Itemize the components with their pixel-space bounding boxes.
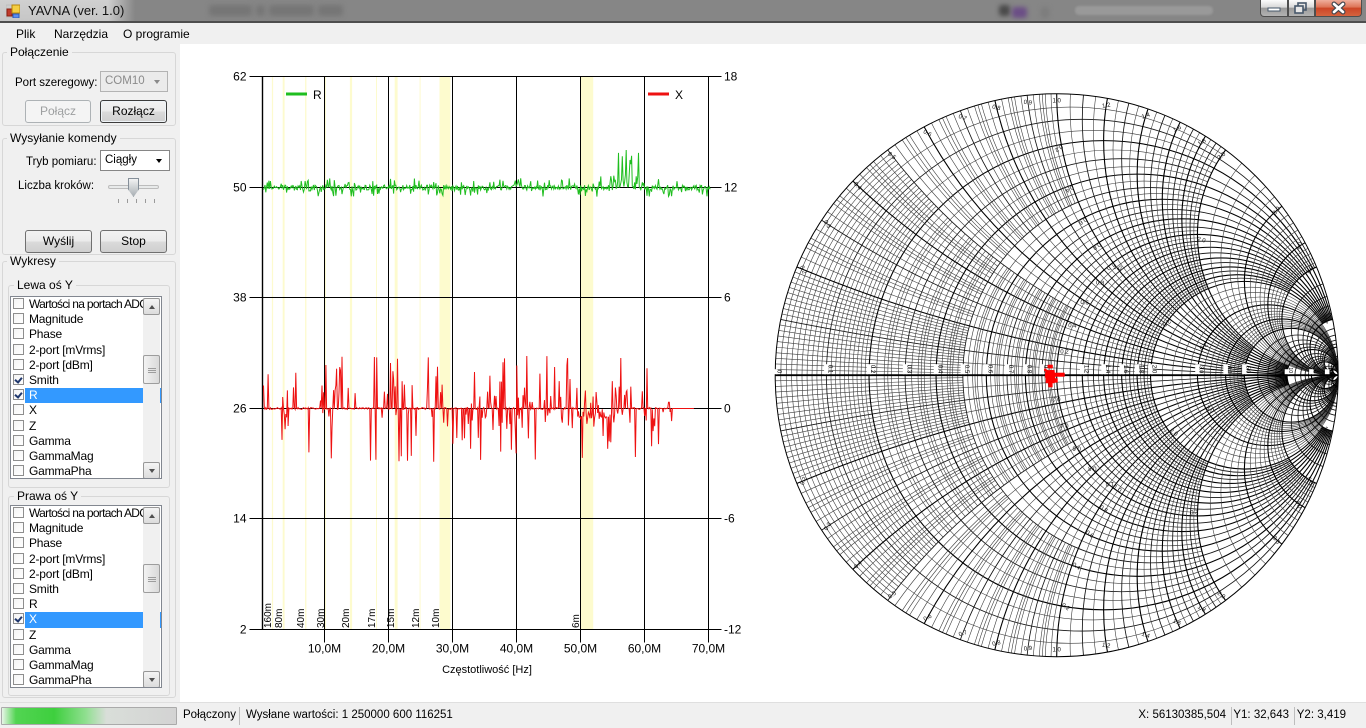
svg-text:0.9: 0.9 (1023, 100, 1033, 107)
svg-text:10: 10 (1287, 367, 1293, 373)
svg-text:3.0: 3.0 (1198, 366, 1204, 373)
svg-text:2.0: 2.0 (1151, 365, 1157, 374)
svg-text:2: 2 (240, 623, 247, 637)
svg-text:0.6: 0.6 (922, 129, 933, 139)
svg-text:0.8: 0.8 (992, 640, 1002, 648)
svg-text:0.6: 0.6 (1072, 445, 1081, 451)
svg-text:0.9: 0.9 (1024, 646, 1034, 653)
svg-text:0.6: 0.6 (1084, 530, 1095, 540)
svg-text:0.2: 0.2 (1060, 349, 1069, 355)
svg-text:1.8: 1.8 (1197, 138, 1208, 148)
svg-text:12: 12 (724, 181, 738, 195)
svg-text:80m: 80m (274, 609, 285, 628)
svg-text:0.5: 0.5 (887, 590, 898, 600)
svg-text:0.2: 0.2 (1060, 603, 1071, 613)
svg-text:0.6: 0.6 (923, 613, 934, 623)
svg-text:X: X (675, 88, 683, 102)
svg-text:0: 0 (724, 402, 731, 416)
svg-text:R: R (313, 88, 322, 102)
svg-text:1.2: 1.2 (1101, 643, 1111, 650)
svg-text:1.0: 1.0 (1053, 99, 1062, 105)
svg-text:40,0M: 40,0M (500, 642, 533, 656)
svg-text:1.4: 1.4 (1104, 365, 1110, 374)
svg-text:6: 6 (724, 291, 731, 305)
svg-text:18: 18 (724, 70, 738, 84)
svg-text:62: 62 (233, 70, 247, 84)
svg-text:0.2: 0.2 (1051, 395, 1060, 401)
svg-text:30,0M: 30,0M (436, 642, 469, 656)
svg-text:26: 26 (233, 402, 247, 416)
svg-text:0.4: 0.4 (1068, 323, 1077, 330)
svg-text:60,0M: 60,0M (628, 642, 661, 656)
svg-text:0.2: 0.2 (800, 476, 809, 487)
svg-text:0.4: 0.4 (936, 365, 942, 374)
svg-text:0.4: 0.4 (852, 182, 863, 193)
svg-text:1.2: 1.2 (1083, 365, 1089, 374)
svg-text:0.7: 0.7 (958, 630, 969, 639)
svg-text:0.1: 0.1 (827, 365, 833, 374)
svg-text:70,0M: 70,0M (692, 642, 725, 656)
svg-text:0.5: 0.5 (963, 365, 969, 374)
svg-text:20: 20 (1325, 399, 1332, 407)
svg-text:0.8: 0.8 (1087, 464, 1096, 470)
svg-text:0.6: 0.6 (1080, 300, 1090, 307)
svg-text:1.0: 1.0 (1105, 480, 1114, 486)
svg-text:38: 38 (233, 291, 247, 305)
svg-text:0.7: 0.7 (957, 114, 968, 123)
svg-text:50,0M: 50,0M (564, 642, 597, 656)
svg-text:0.3: 0.3 (905, 365, 911, 374)
svg-text:50: 50 (1327, 367, 1333, 373)
svg-text:30m: 30m (316, 609, 327, 628)
svg-text:14: 14 (233, 512, 247, 526)
svg-text:-6: -6 (724, 512, 735, 526)
svg-text:Częstotliwość [Hz]: Częstotliwość [Hz] (442, 664, 532, 676)
svg-text:0.8: 0.8 (991, 105, 1001, 113)
svg-text:0.7: 0.7 (1007, 365, 1013, 374)
svg-text:50: 50 (233, 181, 247, 195)
svg-text:0.4: 0.4 (854, 560, 865, 571)
svg-text:-12: -12 (724, 623, 742, 637)
svg-text:0.6: 0.6 (987, 365, 993, 374)
svg-text:4.0: 4.0 (1226, 366, 1232, 373)
svg-text:0.8: 0.8 (1091, 241, 1102, 251)
svg-text:0.2: 0.2 (1053, 143, 1064, 153)
svg-text:0.8: 0.8 (1096, 280, 1106, 287)
svg-text:1.6: 1.6 (1122, 365, 1128, 374)
svg-text:10,0M: 10,0M (308, 642, 341, 656)
svg-text:0.4: 0.4 (1059, 421, 1068, 427)
svg-text:10m: 10m (431, 609, 442, 628)
svg-text:1.6: 1.6 (1172, 125, 1183, 134)
svg-text:17m: 17m (367, 609, 378, 628)
svg-text:0.2: 0.2 (869, 365, 875, 374)
svg-text:0.3: 0.3 (822, 220, 832, 231)
svg-text:20m: 20m (341, 609, 352, 628)
svg-text:1.8: 1.8 (1137, 365, 1143, 374)
svg-text:20: 20 (1327, 344, 1334, 352)
svg-text:20,0M: 20,0M (372, 642, 405, 656)
svg-text:2.0: 2.0 (1189, 508, 1198, 514)
svg-text:40m: 40m (296, 609, 307, 628)
svg-text:5.0: 5.0 (1245, 366, 1251, 373)
svg-text:6m: 6m (571, 614, 582, 628)
svg-text:1.0: 1.0 (1053, 648, 1062, 654)
svg-text:15m: 15m (386, 609, 397, 628)
svg-text:0.8: 0.8 (1026, 365, 1032, 374)
svg-text:0.3: 0.3 (824, 521, 834, 532)
svg-text:12m: 12m (411, 609, 422, 628)
svg-text:160m: 160m (263, 603, 274, 628)
svg-text:20: 20 (1312, 367, 1318, 373)
